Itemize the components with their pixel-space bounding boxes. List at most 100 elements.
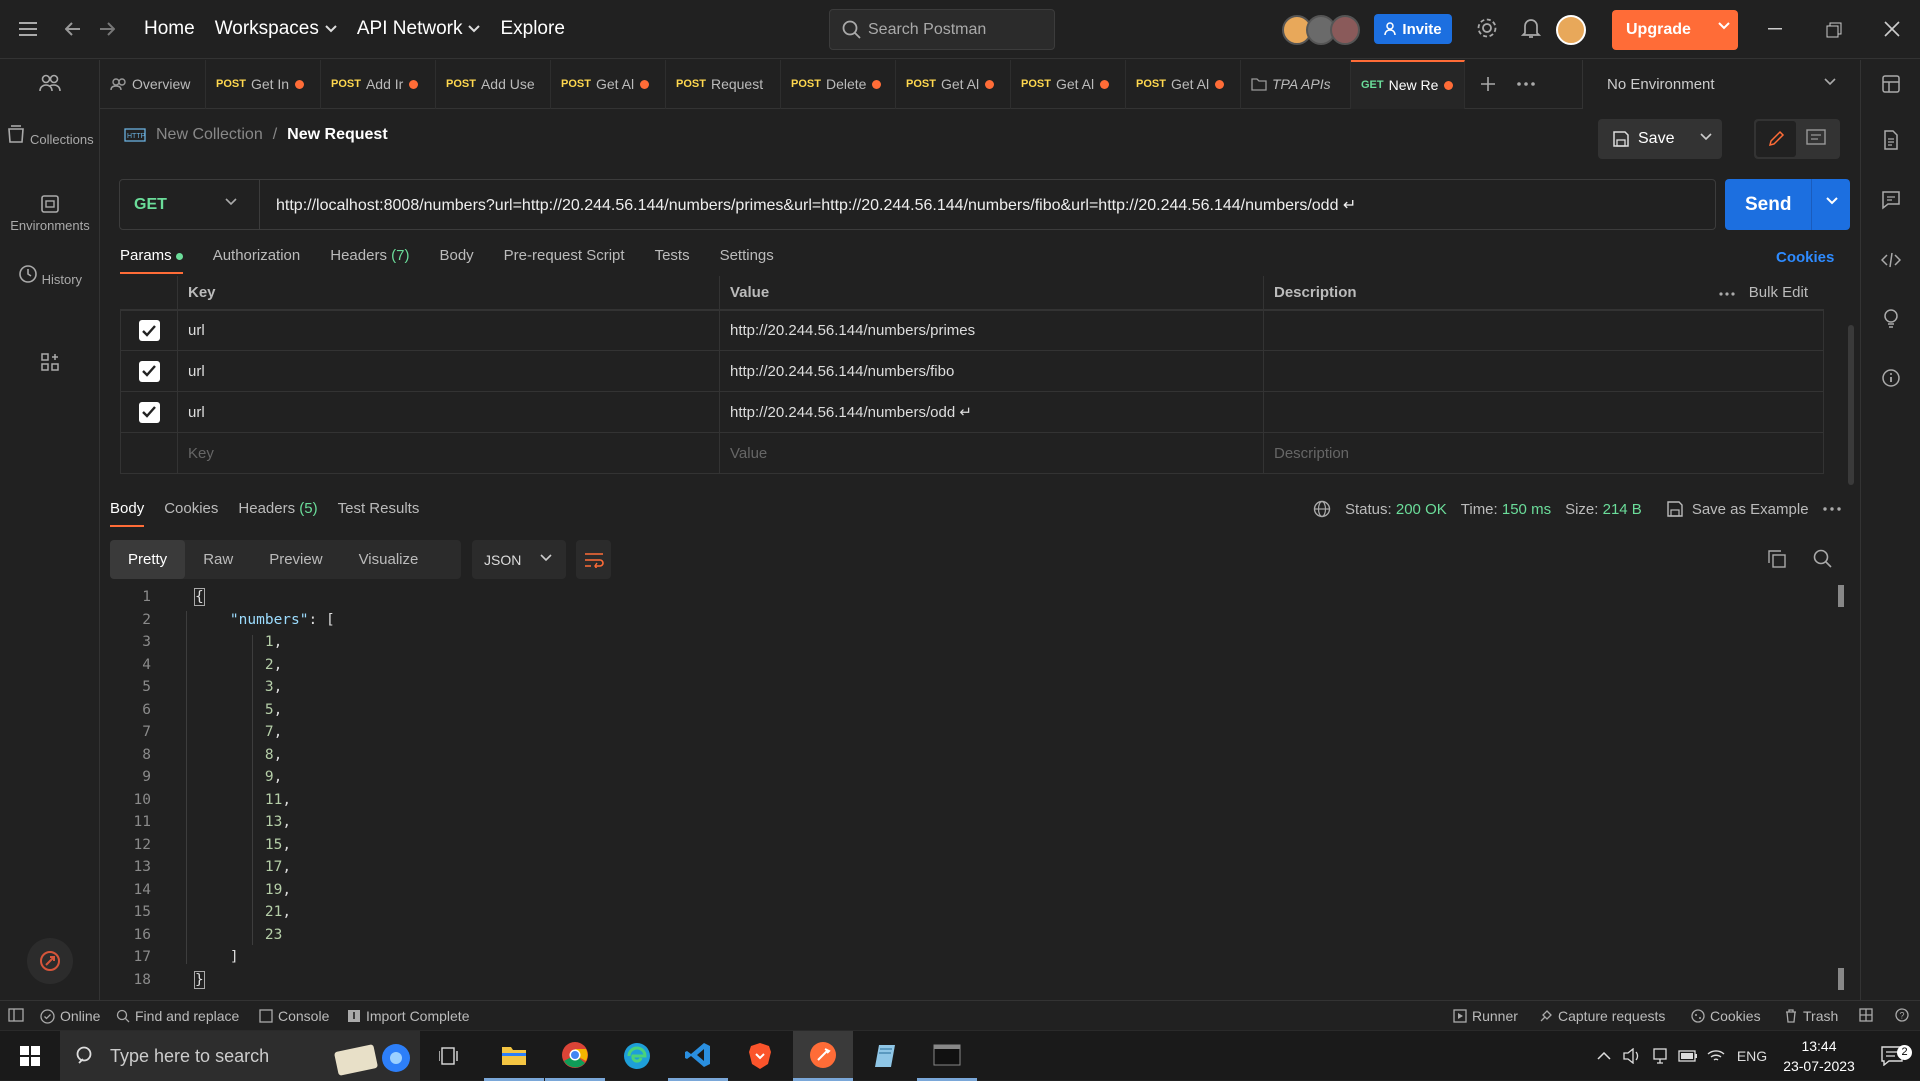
minimize-icon[interactable]: [1768, 28, 1782, 30]
help-icon[interactable]: ?: [1895, 1008, 1909, 1022]
environment-select[interactable]: No Environment: [1582, 60, 1860, 109]
sidebar-item-team[interactable]: [0, 74, 100, 96]
response-body-viewer[interactable]: 1{2 "numbers": [3 1, 4 2, 5 3, 6 5, 7 7, 8 8,…: [110, 586, 1830, 991]
back-arrow-icon[interactable]: [56, 22, 90, 36]
nav-explore[interactable]: Explore: [500, 18, 564, 40]
save-as-example-button[interactable]: Save as Example: [1666, 500, 1809, 518]
param-checkbox[interactable]: [138, 401, 160, 423]
page-title[interactable]: New Request: [287, 126, 387, 144]
postman-icon[interactable]: [793, 1031, 853, 1081]
toggle-sidebar-icon[interactable]: [8, 1008, 24, 1022]
chevron-up-icon[interactable]: [1590, 1052, 1618, 1060]
chevron-down-icon[interactable]: [1826, 197, 1838, 205]
notepad-icon[interactable]: [855, 1031, 915, 1081]
format-select[interactable]: JSON: [472, 540, 566, 579]
find-and-replace[interactable]: Find and replace: [116, 1008, 239, 1024]
invite-button[interactable]: Invite: [1374, 14, 1452, 44]
sidebar-item-environments[interactable]: Environments: [0, 194, 100, 233]
wrap-lines-button[interactable]: [576, 540, 611, 579]
restore-icon[interactable]: [1826, 22, 1842, 38]
cookies-link[interactable]: Cookies: [1776, 249, 1834, 266]
layout-icon[interactable]: [1859, 1008, 1873, 1022]
terminal-icon[interactable]: [917, 1031, 977, 1081]
close-icon[interactable]: [1884, 21, 1900, 37]
tab-request[interactable]: POST Get Al: [1011, 59, 1126, 109]
tab-request[interactable]: POST Delete: [781, 59, 896, 109]
info-icon[interactable]: [1881, 368, 1901, 388]
param-key[interactable]: url: [178, 392, 720, 432]
documentation-icon[interactable]: [1881, 130, 1901, 150]
param-value[interactable]: http://20.244.56.144/numbers/primes: [720, 311, 1264, 350]
view-raw[interactable]: Raw: [185, 540, 251, 579]
battery-icon[interactable]: [1674, 1050, 1702, 1062]
edge-icon[interactable]: [607, 1031, 667, 1081]
tab-test-results[interactable]: Test Results: [338, 500, 420, 527]
language-indicator[interactable]: ENG: [1730, 1048, 1774, 1064]
trash-button[interactable]: Trash: [1784, 1008, 1838, 1024]
tab-response-cookies[interactable]: Cookies: [164, 500, 218, 527]
sidebar-item-bootcamp[interactable]: [0, 938, 100, 988]
param-checkbox[interactable]: [138, 360, 160, 382]
status-badge[interactable]: Status: 200 OK: [1345, 501, 1447, 518]
console-button[interactable]: Console: [259, 1008, 329, 1024]
taskbar-search-input[interactable]: Type here to search: [60, 1031, 420, 1081]
capture-requests-button[interactable]: Capture requests: [1539, 1008, 1665, 1024]
response-time[interactable]: Time: 150 ms: [1461, 501, 1551, 518]
settings-gear-icon[interactable]: [1476, 17, 1498, 39]
upgrade-button[interactable]: Upgrade: [1612, 10, 1738, 50]
more-options-icon[interactable]: [1822, 507, 1841, 511]
new-tab-plus-icon[interactable]: [1465, 76, 1511, 92]
clock[interactable]: 13:44 23-07-2023: [1774, 1036, 1864, 1076]
runner-button[interactable]: Runner: [1453, 1008, 1518, 1024]
volume-icon[interactable]: [1618, 1048, 1646, 1064]
param-description[interactable]: [1264, 351, 1824, 391]
tab-request[interactable]: POST Get Al: [896, 59, 1011, 109]
globe-icon[interactable]: [1313, 500, 1331, 518]
code-scrollbar[interactable]: [1838, 968, 1844, 990]
forward-arrow-icon[interactable]: [90, 22, 124, 36]
team-avatars[interactable]: [1282, 15, 1360, 45]
nav-api-network[interactable]: API Network: [357, 18, 481, 40]
tab-response-headers[interactable]: Headers (5): [238, 500, 317, 527]
comments-icon[interactable]: [1881, 190, 1901, 210]
param-description[interactable]: [1264, 392, 1824, 432]
display-icon[interactable]: [1646, 1048, 1674, 1064]
param-checkbox[interactable]: [138, 320, 160, 341]
param-description[interactable]: [1264, 311, 1824, 350]
copy-icon[interactable]: [1767, 549, 1787, 569]
brave-icon[interactable]: [730, 1031, 790, 1081]
breadcrumb-collection[interactable]: New Collection: [156, 126, 263, 144]
new-param-value-input[interactable]: Value: [720, 433, 1264, 473]
menu-icon[interactable]: [0, 22, 56, 36]
tab-tpa-apis[interactable]: TPA APIs: [1241, 59, 1351, 109]
edit-pencil-icon[interactable]: [1756, 121, 1796, 157]
view-preview[interactable]: Preview: [251, 540, 340, 579]
more-tabs-icon[interactable]: [1511, 82, 1541, 86]
tab-request[interactable]: POST Request: [666, 59, 781, 109]
nav-workspaces[interactable]: Workspaces: [215, 18, 337, 40]
chrome-icon[interactable]: [545, 1031, 605, 1081]
notification-center-icon[interactable]: 2: [1864, 1045, 1920, 1066]
online-status[interactable]: Online: [40, 1008, 100, 1024]
notification-bell-icon[interactable]: [1521, 17, 1541, 39]
tab-headers[interactable]: Headers (7): [330, 247, 409, 274]
param-key[interactable]: url: [178, 311, 720, 350]
view-visualize[interactable]: Visualize: [341, 540, 437, 579]
more-options-icon[interactable]: [1719, 292, 1735, 296]
tab-new-request[interactable]: GET New Re: [1351, 59, 1465, 109]
tab-tests[interactable]: Tests: [655, 247, 690, 274]
wifi-icon[interactable]: [1702, 1049, 1730, 1063]
tab-response-body[interactable]: Body: [110, 500, 145, 527]
code-icon[interactable]: [1881, 250, 1901, 270]
file-explorer-icon[interactable]: [484, 1031, 544, 1081]
windows-start-icon[interactable]: [0, 1031, 60, 1081]
tab-body[interactable]: Body: [439, 247, 473, 274]
method-select[interactable]: GET: [120, 180, 260, 229]
tab-request[interactable]: POST Get Al: [551, 59, 666, 109]
vscode-icon[interactable]: [668, 1031, 728, 1081]
sidebar-item-history[interactable]: History: [0, 264, 100, 288]
task-view-icon[interactable]: [420, 1031, 480, 1081]
sidebar-item-collections[interactable]: Collections: [0, 124, 100, 148]
response-size[interactable]: Size: 214 B: [1565, 501, 1642, 518]
tab-settings[interactable]: Settings: [720, 247, 774, 274]
